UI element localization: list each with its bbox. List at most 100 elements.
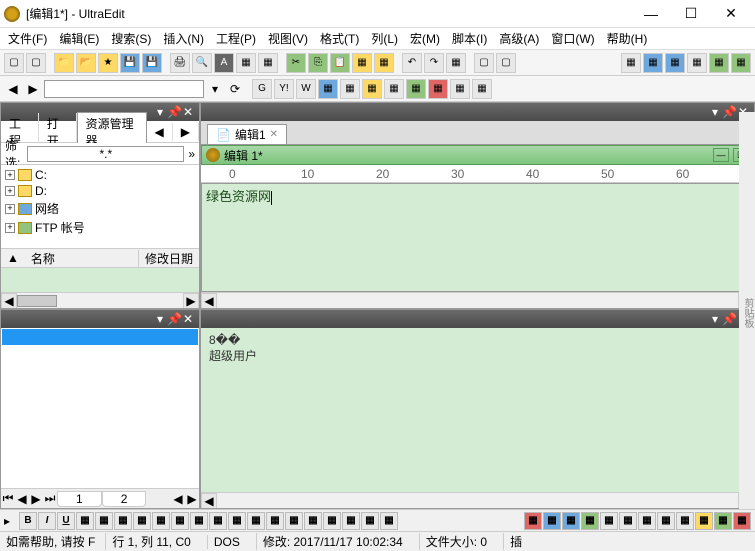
minimize-button[interactable]: — bbox=[631, 0, 671, 28]
menu-project[interactable]: 工程(P) bbox=[212, 28, 260, 49]
output-tab-1[interactable]: 1 bbox=[57, 491, 102, 507]
tree-node-c[interactable]: +C: bbox=[5, 167, 195, 183]
text-editor[interactable]: 绿色资源网 bbox=[201, 183, 754, 292]
tab-nav-left-icon[interactable]: ◀ bbox=[147, 123, 173, 141]
otab-next-icon[interactable]: ▶ bbox=[29, 492, 43, 506]
bb9-icon[interactable]: ▦ bbox=[171, 512, 189, 530]
dropdown-icon[interactable]: ▾ bbox=[206, 80, 224, 98]
bb19-icon[interactable]: ▦ bbox=[361, 512, 379, 530]
paste-icon[interactable]: 📋 bbox=[330, 53, 350, 73]
tool3-icon[interactable]: ▦ bbox=[352, 53, 372, 73]
tool-r3-icon[interactable]: ▦ bbox=[665, 53, 685, 73]
w-icon[interactable]: W bbox=[296, 79, 316, 99]
scroll-right-icon[interactable]: ▶ bbox=[183, 293, 199, 309]
tool-r4-icon[interactable]: ▦ bbox=[687, 53, 707, 73]
bb13-icon[interactable]: ▦ bbox=[247, 512, 265, 530]
underline-button[interactable]: U bbox=[57, 512, 75, 530]
tool-r2-icon[interactable]: ▦ bbox=[643, 53, 663, 73]
copy-icon[interactable]: ⎘ bbox=[308, 53, 328, 73]
explorer-scrollbar[interactable]: ◀ ▶ bbox=[1, 292, 199, 308]
bb-r4-icon[interactable]: ▦ bbox=[581, 512, 599, 530]
undo-icon[interactable]: ↶ bbox=[402, 53, 422, 73]
scroll-thumb[interactable] bbox=[17, 295, 57, 307]
info-sl-icon[interactable]: ◀ bbox=[201, 493, 217, 509]
star-icon[interactable]: ★ bbox=[98, 53, 118, 73]
bb8-icon[interactable]: ▦ bbox=[152, 512, 170, 530]
tool-r5-icon[interactable]: ▦ bbox=[709, 53, 729, 73]
bb-r5-icon[interactable]: ▦ bbox=[600, 512, 618, 530]
bb4-icon[interactable]: ▦ bbox=[76, 512, 94, 530]
bb-r3-icon[interactable]: ▦ bbox=[562, 512, 580, 530]
clipboard-sidebar[interactable]: 剪贴板 bbox=[739, 112, 755, 509]
menu-script[interactable]: 脚本(I) bbox=[448, 28, 491, 49]
bb11-icon[interactable]: ▦ bbox=[209, 512, 227, 530]
tree-node-ftp[interactable]: +FTP 帐号 bbox=[5, 218, 195, 237]
tool2-icon[interactable]: ▦ bbox=[258, 53, 278, 73]
info-pin2-icon[interactable]: 📌 bbox=[722, 312, 736, 326]
out-pin-icon[interactable]: ▾ bbox=[153, 312, 167, 326]
info-scrollbar[interactable]: ◀ ▶ bbox=[201, 492, 754, 508]
col-date[interactable]: 修改日期 bbox=[139, 250, 199, 267]
address-input[interactable] bbox=[44, 80, 204, 98]
tool6-icon[interactable]: ▢ bbox=[474, 53, 494, 73]
otab-sl-icon[interactable]: ◀ bbox=[171, 492, 185, 506]
r2b3-icon[interactable]: ▦ bbox=[362, 79, 382, 99]
menu-help[interactable]: 帮助(H) bbox=[603, 28, 652, 49]
bb-r2-icon[interactable]: ▦ bbox=[543, 512, 561, 530]
menu-macro[interactable]: 宏(M) bbox=[406, 28, 444, 49]
tool-r6-icon[interactable]: ▦ bbox=[731, 53, 751, 73]
bb16-icon[interactable]: ▦ bbox=[304, 512, 322, 530]
col-name[interactable]: 名称 bbox=[25, 250, 139, 267]
tool1-icon[interactable]: ▦ bbox=[236, 53, 256, 73]
bb20-icon[interactable]: ▦ bbox=[380, 512, 398, 530]
menu-column[interactable]: 列(L) bbox=[367, 28, 402, 49]
close-button[interactable]: ✕ bbox=[711, 0, 751, 28]
refresh-icon[interactable]: ⟳ bbox=[226, 80, 244, 98]
bb-r10-icon[interactable]: ▦ bbox=[695, 512, 713, 530]
bb-r12-icon[interactable]: ▦ bbox=[733, 512, 751, 530]
bb-r7-icon[interactable]: ▦ bbox=[638, 512, 656, 530]
r2b8-icon[interactable]: ▦ bbox=[472, 79, 492, 99]
bb14-icon[interactable]: ▦ bbox=[266, 512, 284, 530]
output-selection[interactable] bbox=[2, 329, 198, 345]
tree-node-network[interactable]: +网络 bbox=[5, 199, 195, 218]
menu-window[interactable]: 窗口(W) bbox=[547, 28, 598, 49]
tool5-icon[interactable]: ▦ bbox=[446, 53, 466, 73]
cut-icon[interactable]: ✂ bbox=[286, 53, 306, 73]
bb-r11-icon[interactable]: ▦ bbox=[714, 512, 732, 530]
otab-last-icon[interactable]: ⏭ bbox=[43, 491, 57, 506]
maximize-button[interactable]: ☐ bbox=[671, 0, 711, 28]
bb12-icon[interactable]: ▦ bbox=[228, 512, 246, 530]
bb-nav-icon[interactable]: ▸ bbox=[4, 514, 18, 528]
filter-arrow-icon[interactable]: » bbox=[188, 147, 195, 161]
r2b5-icon[interactable]: ▦ bbox=[406, 79, 426, 99]
otab-first-icon[interactable]: ⏮ bbox=[1, 491, 15, 506]
back-icon[interactable]: ◀ bbox=[4, 80, 22, 98]
menu-advanced[interactable]: 高级(A) bbox=[495, 28, 543, 49]
menu-insert[interactable]: 插入(N) bbox=[159, 28, 208, 49]
bb-r9-icon[interactable]: ▦ bbox=[676, 512, 694, 530]
ed-pin-icon[interactable]: ▾ bbox=[708, 105, 722, 119]
otab-prev-icon[interactable]: ◀ bbox=[15, 492, 29, 506]
tool7-icon[interactable]: ▢ bbox=[496, 53, 516, 73]
pin-icon[interactable]: ▾ bbox=[153, 105, 167, 119]
print-icon[interactable]: 🖨 bbox=[170, 53, 190, 73]
close-panel-icon[interactable]: ✕ bbox=[181, 105, 195, 119]
bb5-icon[interactable]: ▦ bbox=[95, 512, 113, 530]
tree-node-d[interactable]: +D: bbox=[5, 183, 195, 199]
tab-nav-right-icon[interactable]: ▶ bbox=[173, 123, 199, 141]
saveall-icon[interactable]: 💾 bbox=[142, 53, 162, 73]
r2b6-icon[interactable]: ▦ bbox=[428, 79, 448, 99]
redo-icon[interactable]: ↷ bbox=[424, 53, 444, 73]
new2-icon[interactable]: ▢ bbox=[26, 53, 46, 73]
bb-r1-icon[interactable]: ▦ bbox=[524, 512, 542, 530]
bb6-icon[interactable]: ▦ bbox=[114, 512, 132, 530]
a-icon[interactable]: A bbox=[214, 53, 234, 73]
scroll-left-icon[interactable]: ◀ bbox=[1, 293, 17, 309]
ed-scroll-left-icon[interactable]: ◀ bbox=[201, 293, 217, 309]
pin2-icon[interactable]: 📌 bbox=[167, 105, 181, 119]
bb15-icon[interactable]: ▦ bbox=[285, 512, 303, 530]
bb-r8-icon[interactable]: ▦ bbox=[657, 512, 675, 530]
fwd-icon[interactable]: ▶ bbox=[24, 80, 42, 98]
open-icon[interactable]: 📁 bbox=[54, 53, 74, 73]
